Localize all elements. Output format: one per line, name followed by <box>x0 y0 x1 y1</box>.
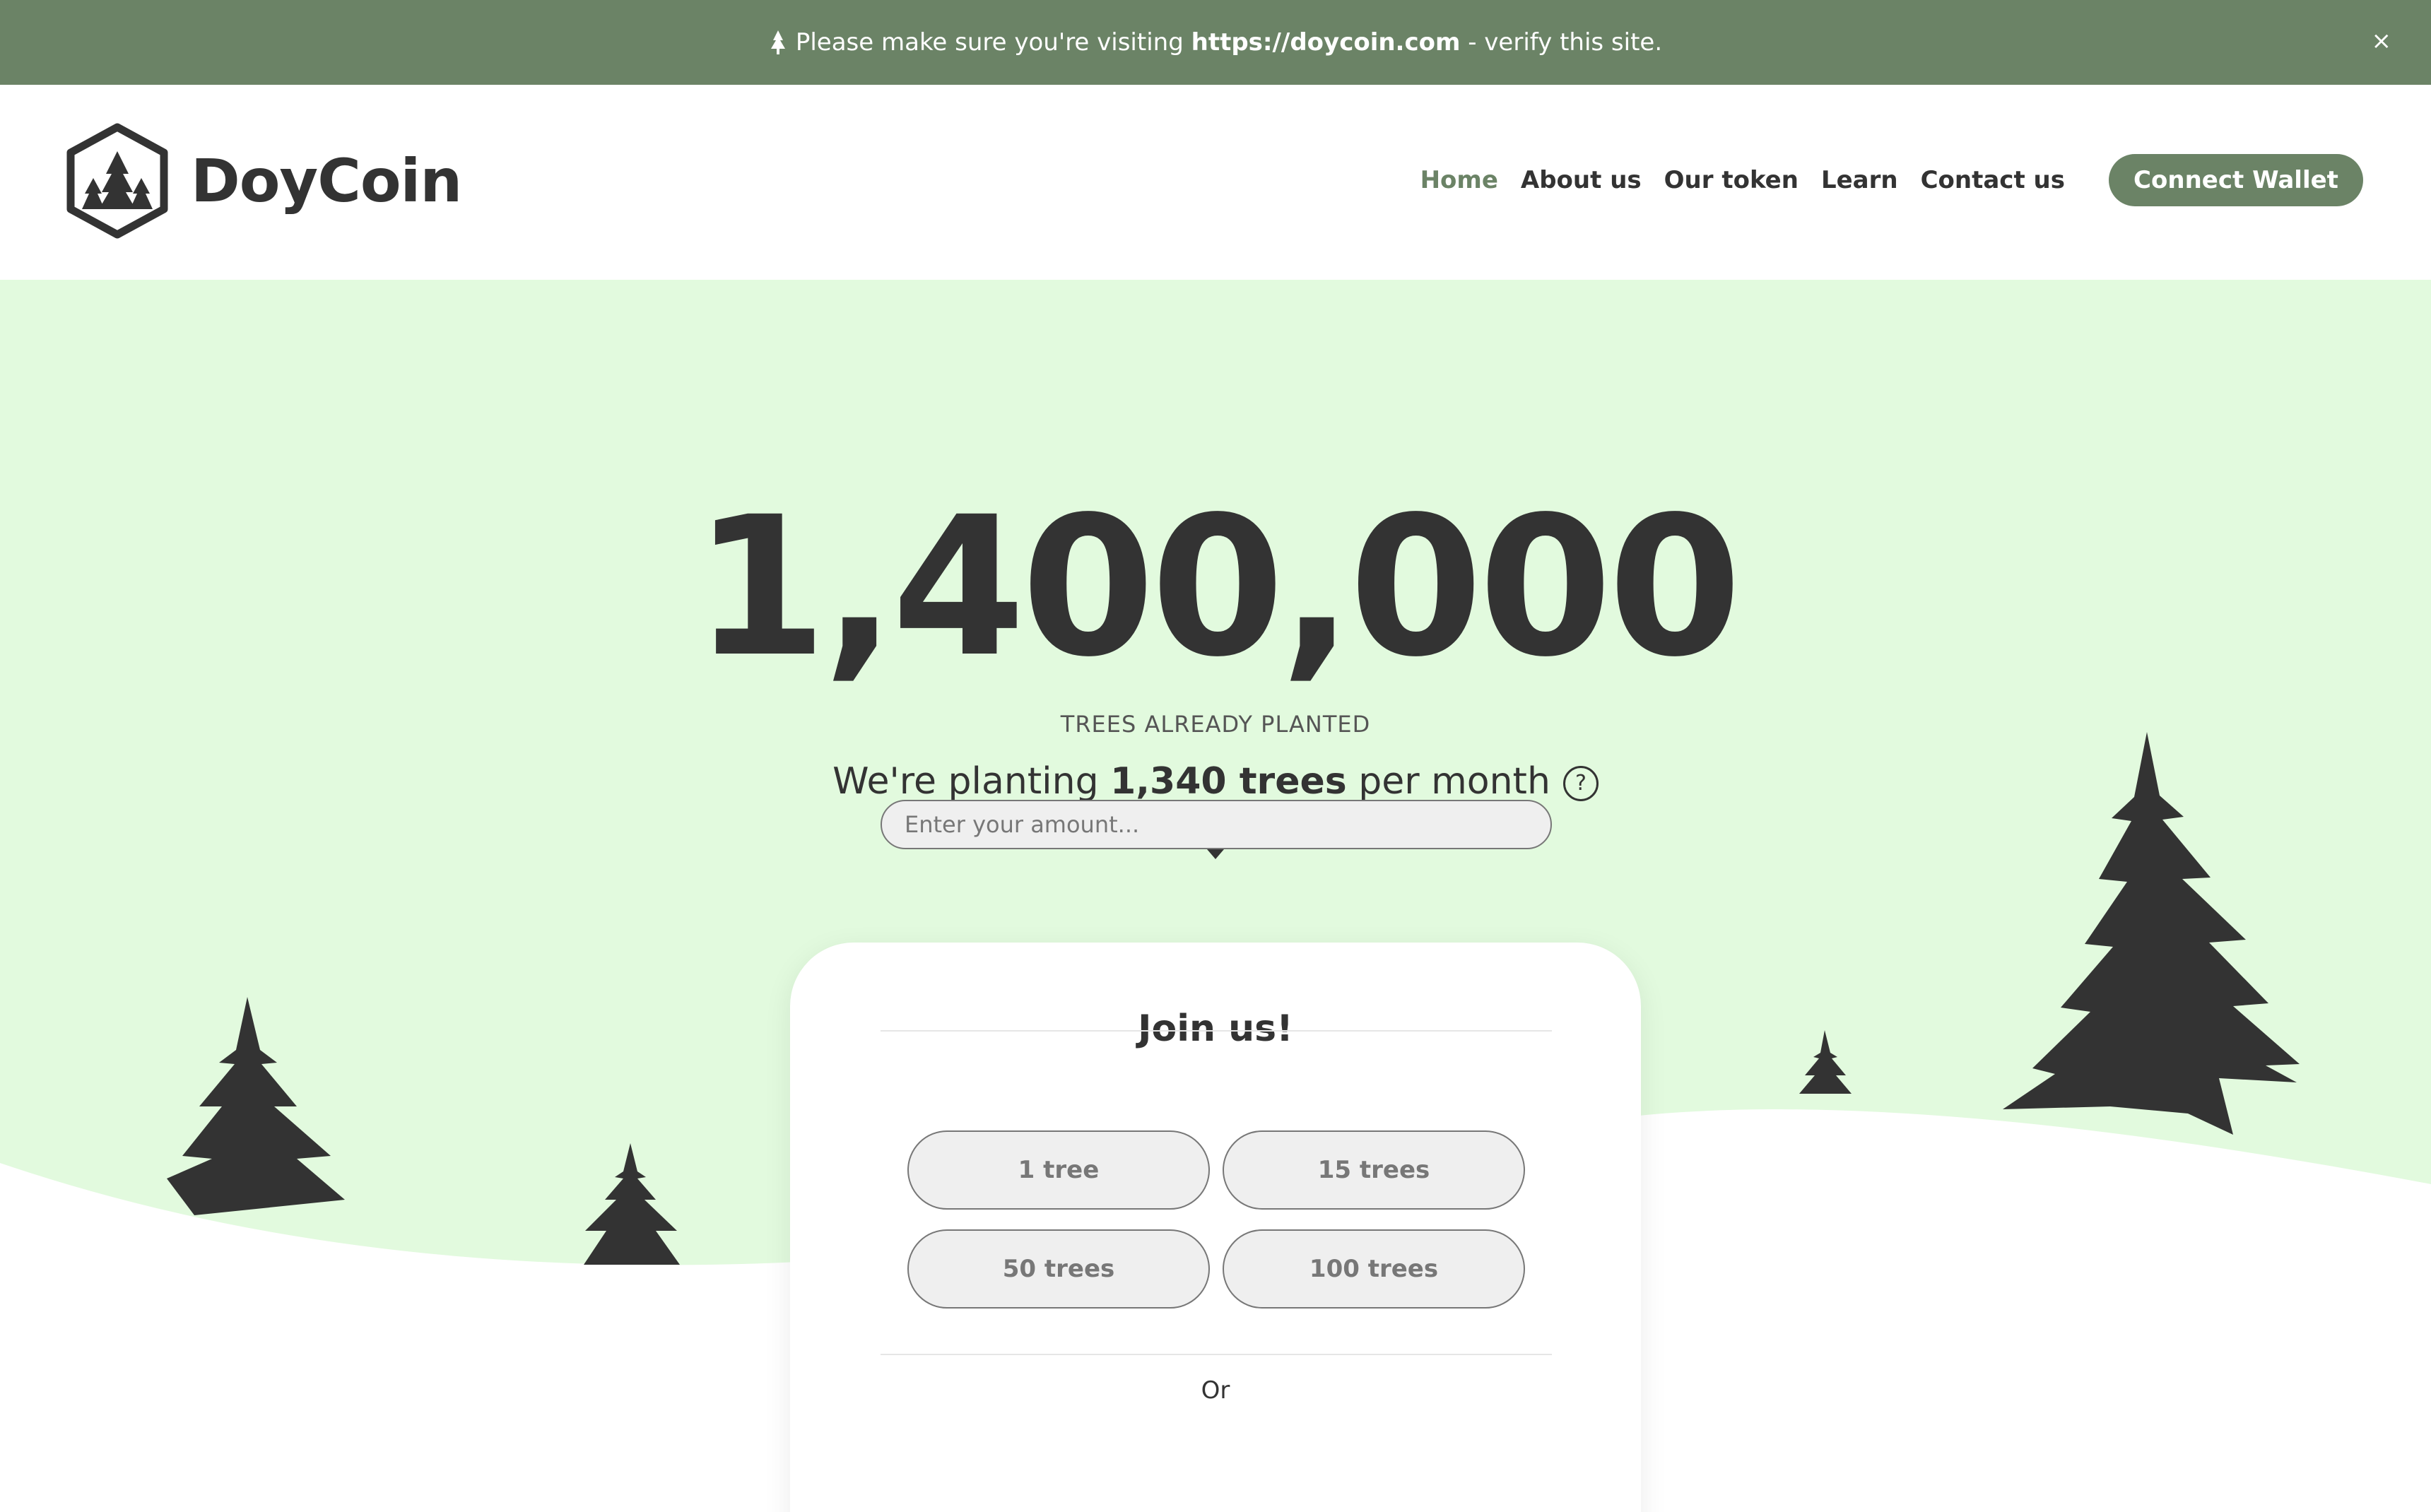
brand-name: DoyCoin <box>191 146 462 215</box>
connect-wallet-button[interactable]: Connect Wallet <box>2109 154 2363 206</box>
planting-rate: We're planting 1,340 trees per month? <box>0 760 2431 803</box>
nav-about-us[interactable]: About us <box>1521 166 1642 194</box>
logo[interactable]: DoyCoin <box>65 123 462 239</box>
nav-contact-us[interactable]: Contact us <box>1921 166 2065 194</box>
security-banner: Please make sure you're visiting https:/… <box>0 0 2431 85</box>
banner-suffix: - verify this site. <box>1468 28 1663 57</box>
hero-section: 1,400,000 TREES ALREADY PLANTED We're pl… <box>0 280 2431 1512</box>
divider <box>881 1030 1552 1032</box>
nav-home[interactable]: Home <box>1420 166 1498 194</box>
banner-prefix: Please make sure you're visiting <box>795 28 1184 57</box>
close-icon[interactable]: × <box>2372 27 2392 55</box>
caret-down-icon[interactable] <box>1207 849 1224 859</box>
hexagon-trees-logo-icon <box>66 123 168 239</box>
or-label: Or <box>1201 1376 1230 1405</box>
tree-icon <box>770 30 785 54</box>
help-icon[interactable]: ? <box>1562 766 1599 801</box>
option-1-tree-button[interactable]: 1 tree <box>907 1130 1210 1210</box>
nav-our-token[interactable]: Our token <box>1664 166 1799 194</box>
banner-url: https://doycoin.com <box>1191 28 1461 57</box>
nav-learn[interactable]: Learn <box>1821 166 1898 194</box>
option-15-trees-button[interactable]: 15 trees <box>1223 1130 1525 1210</box>
join-card: Join us! 1 tree 15 trees 50 trees 100 tr… <box>790 800 1641 1512</box>
rate-value: 1,340 trees <box>1110 760 1347 803</box>
tree-icon <box>584 1143 680 1265</box>
main-nav: Home About us Our token Learn Contact us… <box>1398 154 2363 206</box>
tree-icon <box>167 997 345 1215</box>
amount-input[interactable] <box>881 800 1552 849</box>
option-50-trees-button[interactable]: 50 trees <box>907 1229 1210 1309</box>
rate-suffix: per month <box>1358 760 1550 803</box>
trees-planted-count: 1,400,000 <box>693 476 1741 699</box>
option-100-trees-button[interactable]: 100 trees <box>1223 1229 1525 1309</box>
rate-prefix: We're planting <box>832 760 1099 803</box>
site-header: DoyCoin Home About us Our token Learn Co… <box>0 85 2431 280</box>
trees-planted-label: TREES ALREADY PLANTED <box>1060 711 1371 738</box>
tree-icon <box>1799 1030 1852 1094</box>
join-title: Join us! <box>1138 1008 1293 1050</box>
divider <box>881 1354 1552 1355</box>
